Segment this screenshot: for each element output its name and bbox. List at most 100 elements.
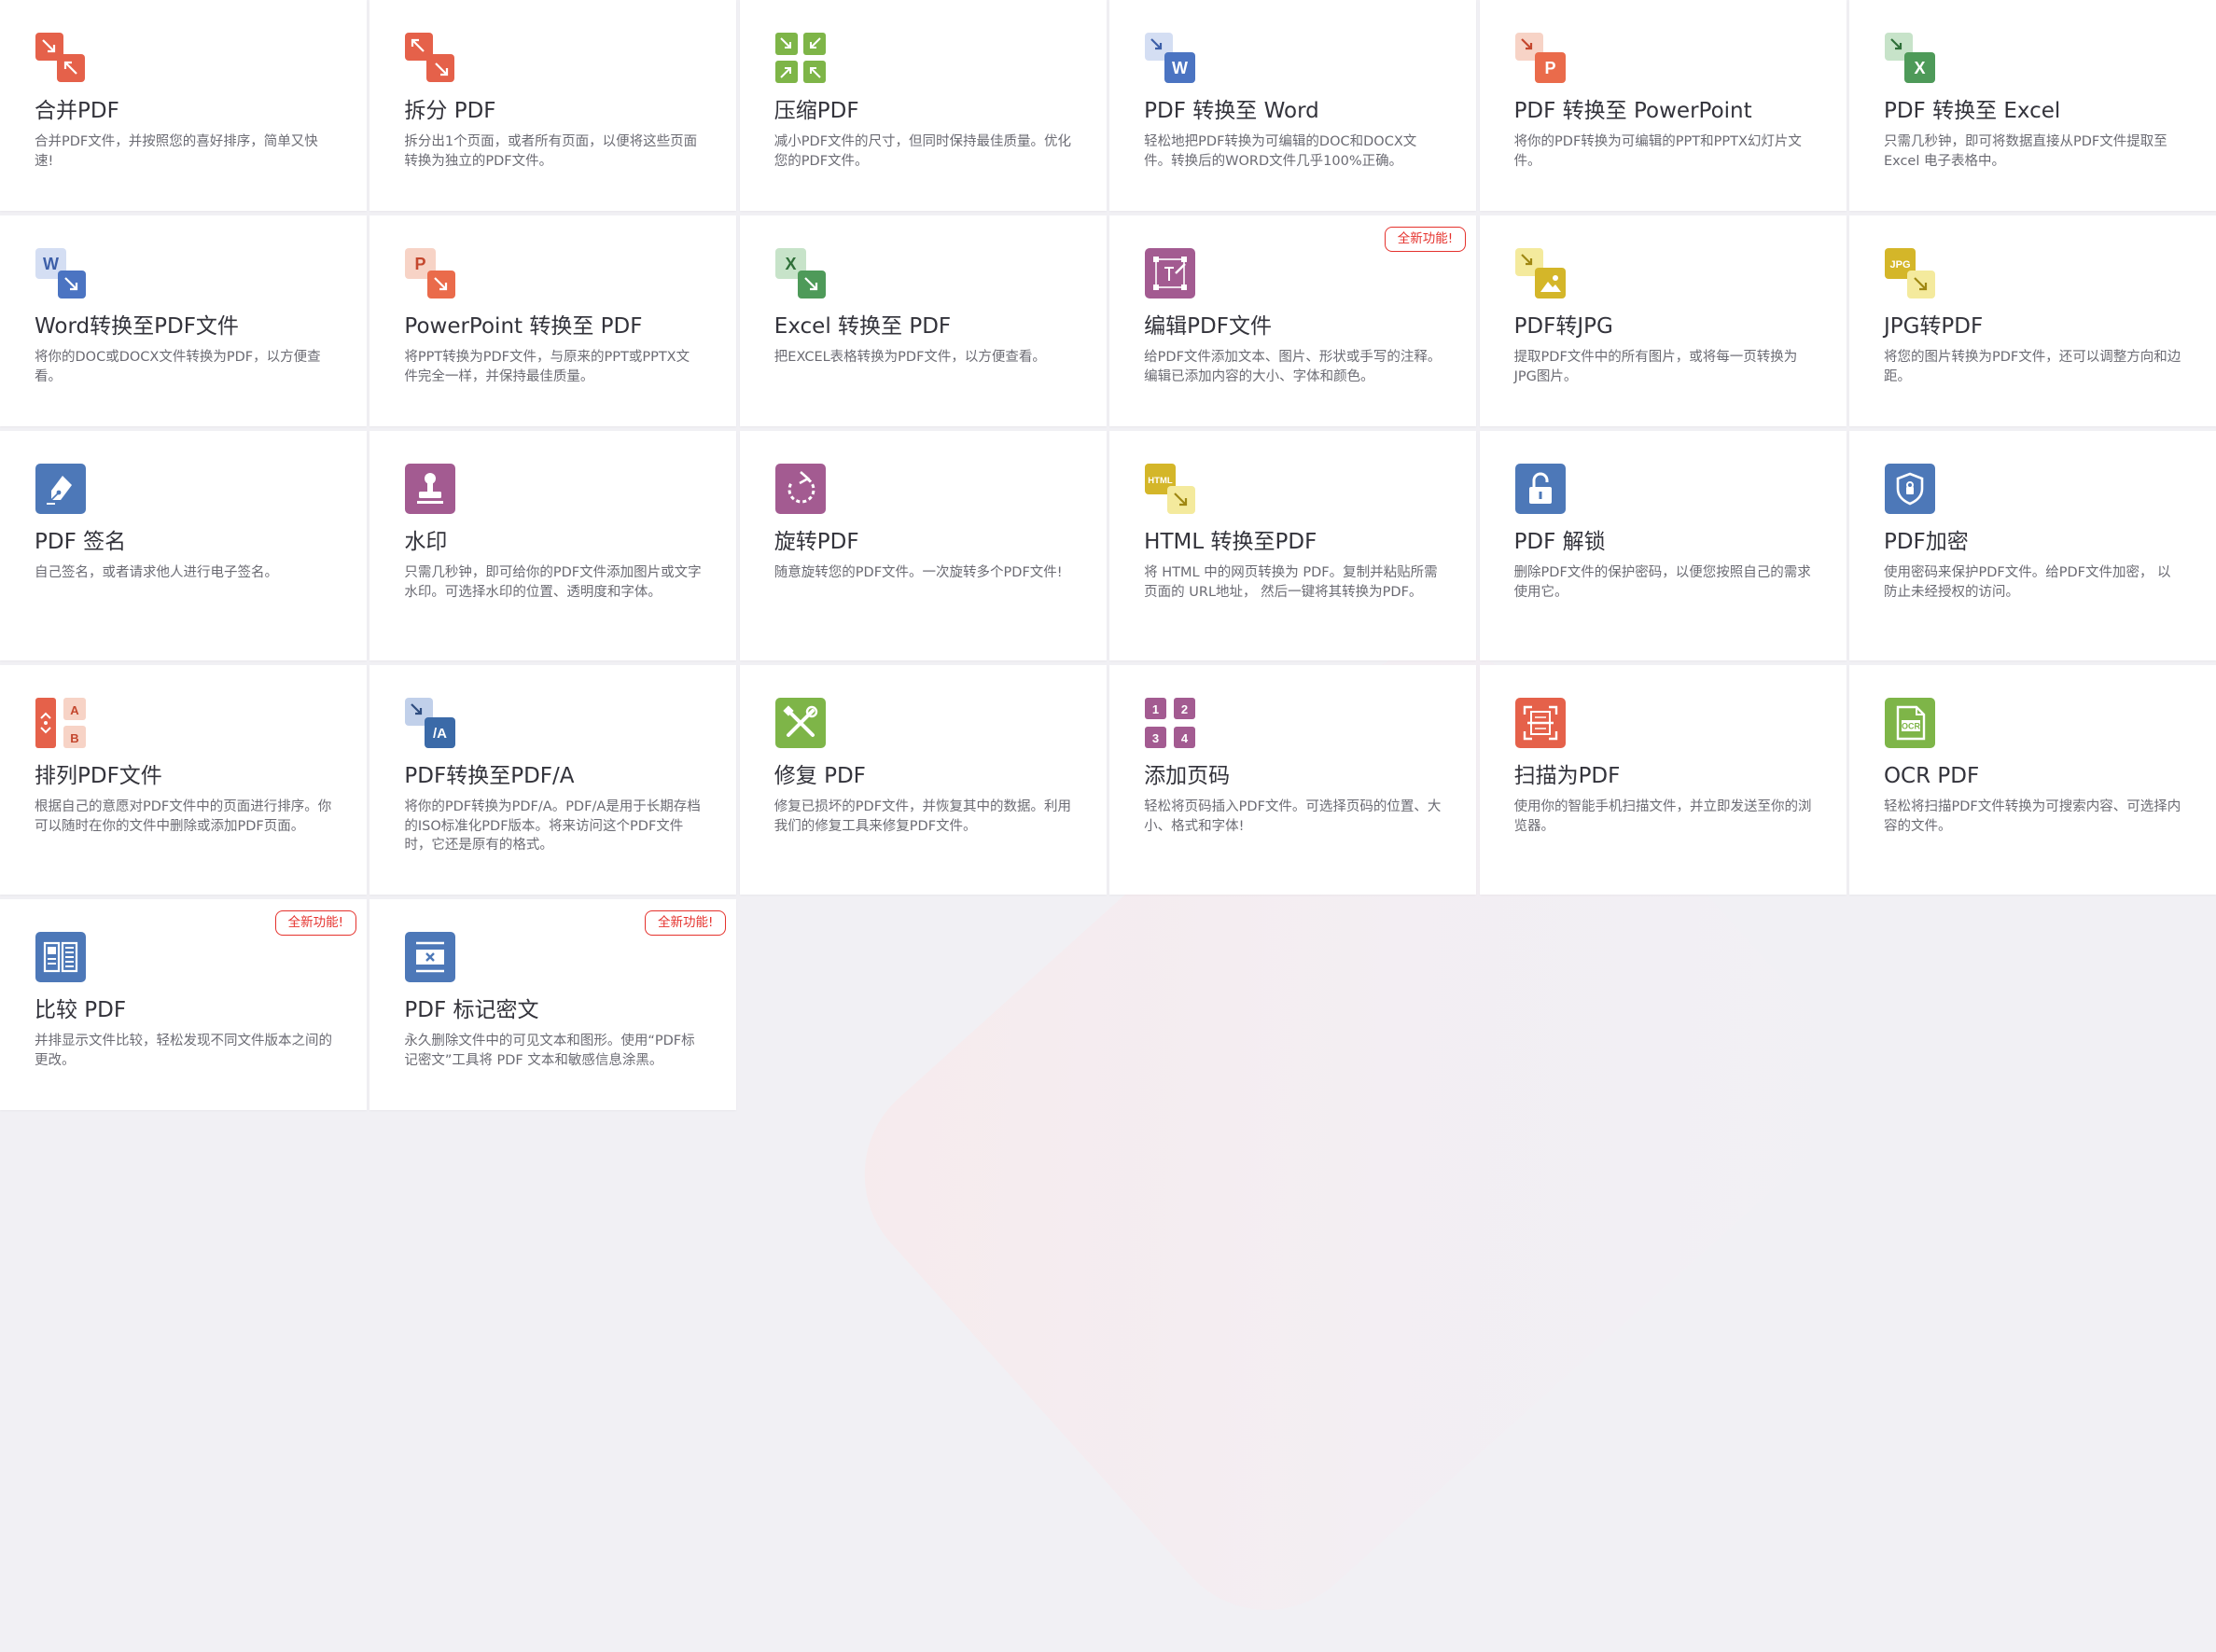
tool-card-merge-pdf[interactable]: 合并PDF 合并PDF文件，并按照您的喜好排序，简单又快速! [0,0,367,211]
tool-title: OCR PDF [1883,764,1980,788]
tool-description: 将你的PDF转换为可编辑的PPT和PPTX幻灯片文件。 [1513,134,1802,169]
compress-icon [774,32,827,84]
tool-description: 将 HTML 中的网页转换为 PDF。复制并粘贴所需页面的 URL地址， 然后一… [1144,565,1438,600]
tool-card-protect-pdf[interactable]: PDF加密 使用密码来保护PDF文件。给PDF文件加密， 以防止未经授权的访问。 [1848,431,2216,660]
tool-description: 自己签名，或者请求他人进行电子签名。 [35,565,278,580]
tool-description: 使用你的智能手机扫描文件，并立即发送至你的浏览器。 [1513,799,1812,834]
svg-text:X: X [785,255,796,273]
tool-title: HTML 转换至PDF [1144,530,1317,554]
svg-text:HTML: HTML [1148,476,1173,486]
watermark-stamp-icon [404,463,456,515]
word-to-pdf-icon: W [35,247,87,299]
tool-title: PDF 签名 [35,530,127,554]
svg-text:B: B [70,731,78,745]
rotate-icon [774,463,827,515]
tool-title: 添加页码 [1144,764,1231,788]
tool-card-pdf-to-jpg[interactable]: PDF转JPG 提取PDF文件中的所有图片，或将每一页转换为JPG图片。 [1479,215,1847,426]
pdf-to-word-icon: W [1144,32,1196,84]
tool-card-rotate-pdf[interactable]: 旋转PDF 随意旋转您的PDF文件。一次旋转多个PDF文件! [739,431,1107,660]
tool-card-unlock-pdf[interactable]: PDF 解锁 删除PDF文件的保护密码，以便您按照自己的需求使用它。 [1479,431,1847,660]
tool-description: 轻松将扫描PDF文件转换为可搜索内容、可选择内容的文件。 [1883,799,2181,834]
tool-title: 比较 PDF [35,998,127,1022]
page-numbers-icon: 1 2 3 4 [1144,697,1196,749]
tool-card-compare-pdf[interactable]: 全新功能! 比较 PDF 并排显示文件比较，轻松发现不同文件版本之间的更改。 [0,899,367,1110]
svg-text:W: W [1172,59,1188,77]
tool-title: PDF 转换至 Word [1144,99,1319,123]
tool-description: 减小PDF文件的尺寸，但同时保持最佳质量。优化您的PDF文件。 [774,134,1072,169]
tool-description: 将你的DOC或DOCX文件转换为PDF，以方便查看。 [35,350,321,384]
ocr-icon: OCR [1884,697,1936,749]
tool-card-powerpoint-to-pdf[interactable]: P PowerPoint 转换至 PDF 将PPT转换为PDF文件，与原来的PP… [369,215,737,426]
tool-description: 合并PDF文件，并按照您的喜好排序，简单又快速! [35,134,318,169]
tool-description: 删除PDF文件的保护密码，以便您按照自己的需求使用它。 [1513,565,1811,600]
svg-text:3: 3 [1152,731,1159,745]
tool-title: 水印 [404,530,448,554]
repair-tools-icon [774,697,827,749]
tool-title: JPG转PDF [1883,314,1984,339]
tool-card-ocr-pdf[interactable]: OCR OCR PDF 轻松将扫描PDF文件转换为可搜索内容、可选择内容的文件。 [1848,665,2216,895]
tool-description: 将您的图片转换为PDF文件，还可以调整方向和边距。 [1883,350,2181,384]
new-feature-badge: 全新功能! [274,910,356,936]
new-feature-badge: 全新功能! [644,910,727,936]
tool-card-organize-pdf[interactable]: A B 排列PDF文件 根据自己的意愿对PDF文件中的页面进行排序。你可以随时在… [0,665,367,895]
organize-icon: A B [35,697,87,749]
tool-card-compress-pdf[interactable]: 压缩PDF 减小PDF文件的尺寸，但同时保持最佳质量。优化您的PDF文件。 [739,0,1107,211]
svg-text:1: 1 [1152,702,1159,716]
tool-card-page-numbers[interactable]: 1 2 3 4 添加页码 轻松将页码插入PDF文件。可选择页码的位置、大小、格式… [1109,665,1477,895]
tool-card-pdf-to-word[interactable]: W PDF 转换至 Word 轻松地把PDF转换为可编辑的DOC和DOCX文件。… [1109,0,1477,211]
tool-description: 轻松地把PDF转换为可编辑的DOC和DOCX文件。转换后的WORD文件几乎100… [1144,134,1417,169]
redact-icon [404,931,456,983]
tool-card-pdf-to-pdfa[interactable]: /A PDF转换至PDF/A 将你的PDF转换为PDF/A。PDF/A是用于长期… [369,665,737,895]
tool-title: 排列PDF文件 [35,764,162,788]
tool-card-watermark[interactable]: 水印 只需几秒钟，即可给你的PDF文件添加图片或文字水印。可选择水印的位置、透明… [369,431,737,660]
tool-title: 扫描为PDF [1513,764,1621,788]
tool-description: 给PDF文件添加文本、图片、形状或手写的注释。编辑已添加内容的大小、字体和颜色。 [1144,350,1442,384]
svg-text:P: P [1544,59,1555,77]
pdf-to-pdfa-icon: /A [404,697,456,749]
tool-card-sign-pdf[interactable]: PDF 签名 自己签名，或者请求他人进行电子签名。 [0,431,367,660]
tools-grid: 合并PDF 合并PDF文件，并按照您的喜好排序，简单又快速! 拆分 PDF 拆分… [0,0,2216,1110]
new-feature-badge: 全新功能! [1384,227,1467,252]
tool-title: PDF 转换至 PowerPoint [1513,99,1752,123]
tool-card-pdf-to-excel[interactable]: X PDF 转换至 Excel 只需几秒钟，即可将数据直接从PDF文件提取至Ex… [1848,0,2216,211]
tool-description: 并排显示文件比较，轻松发现不同文件版本之间的更改。 [35,1034,332,1068]
powerpoint-to-pdf-icon: P [404,247,456,299]
svg-text:4: 4 [1181,731,1189,745]
tool-description: 轻松将页码插入PDF文件。可选择页码的位置、大小、格式和字体! [1144,799,1442,834]
split-icon [404,32,456,84]
tool-card-redact-pdf[interactable]: 全新功能! PDF 标记密文 永久删除文件中的可见文本和图形。使用“PDF标记密… [369,899,737,1110]
tool-card-edit-pdf[interactable]: 全新功能! 编辑PDF文件 给PDF文件添加文本、图片、形状或手写的注释。编辑已… [1109,215,1477,426]
tool-title: PDF 解锁 [1513,530,1606,554]
tool-title: PowerPoint 转换至 PDF [404,314,643,339]
tool-card-repair-pdf[interactable]: 修复 PDF 修复已损坏的PDF文件，并恢复其中的数据。利用我们的修复工具来修复… [739,665,1107,895]
protect-shield-icon [1884,463,1936,515]
pdf-to-excel-icon: X [1884,32,1936,84]
tool-title: PDF转换至PDF/A [404,764,575,788]
tool-description: 只需几秒钟，即可给你的PDF文件添加图片或文字水印。可选择水印的位置、透明度和字… [404,565,702,600]
tool-description: 提取PDF文件中的所有图片，或将每一页转换为JPG图片。 [1513,350,1798,384]
tool-card-scan-to-pdf[interactable]: 扫描为PDF 使用你的智能手机扫描文件，并立即发送至你的浏览器。 [1479,665,1847,895]
tool-card-pdf-to-powerpoint[interactable]: P PDF 转换至 PowerPoint 将你的PDF转换为可编辑的PPT和PP… [1479,0,1847,211]
tool-card-jpg-to-pdf[interactable]: JPG JPG转PDF 将您的图片转换为PDF文件，还可以调整方向和边距。 [1848,215,2216,426]
svg-text:JPG: JPG [1889,259,1910,271]
tool-title: PDF转JPG [1513,314,1613,339]
tool-title: Excel 转换至 PDF [774,314,952,339]
tool-card-html-to-pdf[interactable]: HTML HTML 转换至PDF 将 HTML 中的网页转换为 PDF。复制并粘… [1109,431,1477,660]
tool-title: 编辑PDF文件 [1144,314,1272,339]
tool-title: 修复 PDF [774,764,866,788]
unlock-icon [1514,463,1567,515]
svg-text:A: A [70,703,79,717]
tool-card-excel-to-pdf[interactable]: X Excel 转换至 PDF 把EXCEL表格转换为PDF文件，以方便查看。 [739,215,1107,426]
jpg-to-pdf-icon: JPG [1884,247,1936,299]
tool-title: PDF加密 [1883,530,1969,554]
tool-description: 永久删除文件中的可见文本和图形。使用“PDF标记密文”工具将 PDF 文本和敏感… [404,1034,695,1068]
edit-pdf-icon [1144,247,1196,299]
tool-title: 压缩PDF [774,99,859,123]
tool-title: PDF 转换至 Excel [1883,99,2061,123]
tool-card-word-to-pdf[interactable]: W Word转换至PDF文件 将你的DOC或DOCX文件转换为PDF，以方便查看… [0,215,367,426]
tool-title: 合并PDF [35,99,119,123]
tool-description: 随意旋转您的PDF文件。一次旋转多个PDF文件! [774,565,1063,580]
scan-icon [1514,697,1567,749]
tool-title: 拆分 PDF [404,99,496,123]
tool-card-split-pdf[interactable]: 拆分 PDF 拆分出1个页面，或者所有页面，以便将这些页面转换为独立的PDF文件… [369,0,737,211]
